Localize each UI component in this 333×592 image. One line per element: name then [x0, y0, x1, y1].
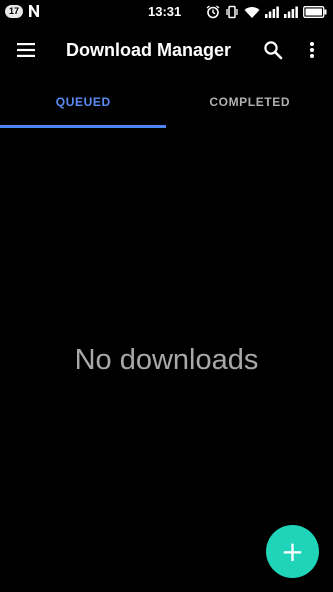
page-title: Download Manager — [66, 40, 232, 60]
menu-icon[interactable] — [14, 38, 38, 62]
tab-bar: QUEUED COMPLETED — [0, 76, 333, 128]
n-logo-icon — [29, 5, 39, 17]
tab-queued-label: QUEUED — [55, 95, 111, 109]
status-bar: 17 13:31 — [0, 0, 333, 24]
signal-icon — [265, 6, 279, 18]
tab-queued[interactable]: QUEUED — [0, 76, 167, 128]
add-icon: + — [280, 534, 305, 568]
tab-completed-label: COMPLETED — [209, 95, 291, 109]
app-bar: Download Manager — [0, 24, 333, 76]
add-download-button[interactable]: + — [266, 525, 319, 578]
battery-icon — [303, 6, 327, 18]
search-icon[interactable] — [261, 38, 285, 62]
empty-state-message: No downloads — [74, 344, 259, 376]
notification-count-badge: 17 — [5, 5, 23, 18]
alarm-icon — [206, 5, 220, 19]
vibrate-icon — [226, 5, 238, 19]
signal-icon — [284, 6, 298, 18]
wifi-icon — [244, 6, 260, 18]
more-vert-icon[interactable] — [302, 38, 322, 62]
tab-completed[interactable]: COMPLETED — [167, 76, 333, 128]
tab-selected-indicator — [0, 125, 166, 128]
status-icons — [206, 4, 327, 20]
status-time: 13:31 — [148, 4, 182, 19]
